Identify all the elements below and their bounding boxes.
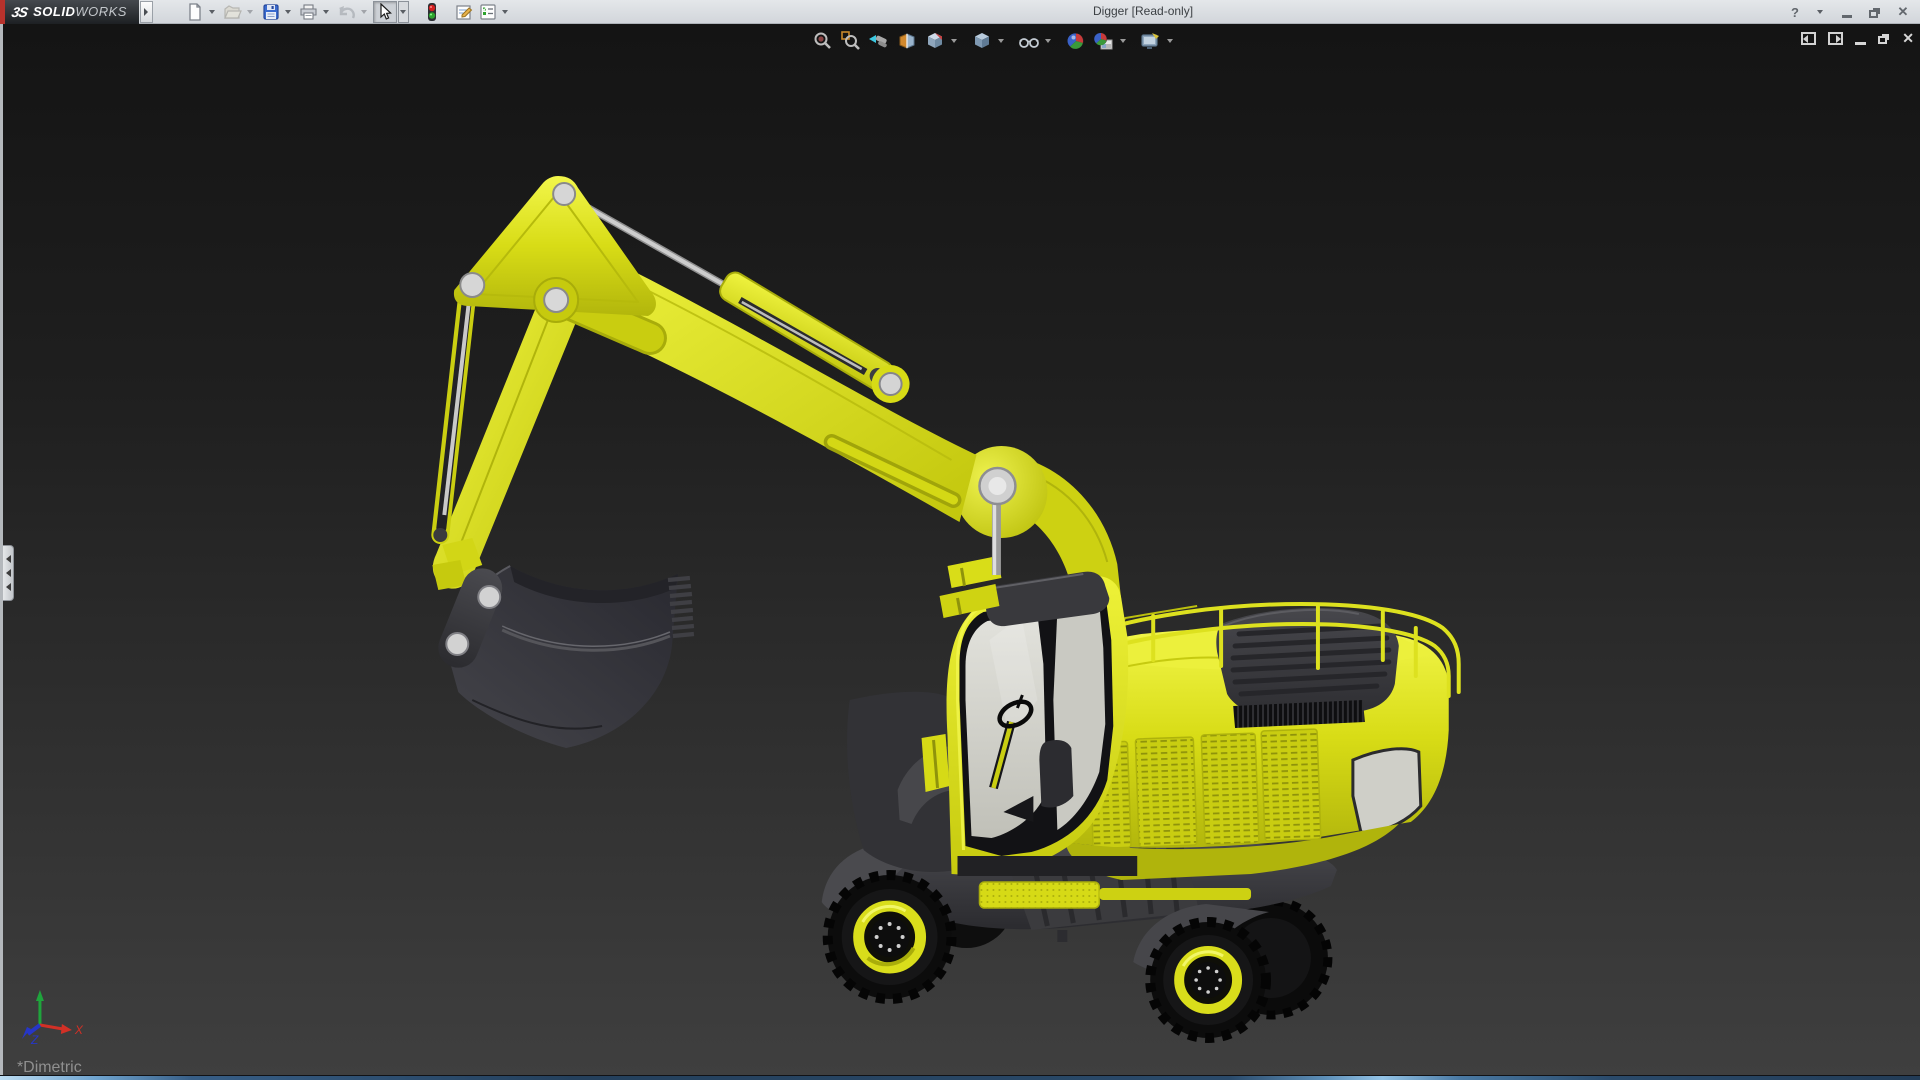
options-dropdown[interactable] [500,1,511,23]
traffic-light-icon [426,2,438,22]
apply-scene-button[interactable] [1090,29,1117,53]
save-button[interactable] [259,1,283,23]
previous-view-icon [868,31,889,51]
side-vents [1089,729,1320,849]
hide-show-items-button[interactable] [1015,29,1042,53]
solidworks-logo: 3S SOLID WORKS [0,0,139,24]
view-orientation-label: *Dimetric [17,1059,82,1075]
display-style-dropdown[interactable] [996,29,1006,53]
select-button[interactable] [373,1,397,23]
view-settings-icon [1140,31,1161,51]
front-right-wheel [1150,922,1266,1038]
graphics-viewport[interactable]: X Z *Dimetric [0,24,1920,1075]
select-dropdown[interactable] [398,1,409,23]
front-axle-area [847,692,955,872]
section-view-icon [897,31,917,51]
left-pane-icon [1803,35,1808,43]
hide-show-items-dropdown[interactable] [1043,29,1053,53]
file-properties-button[interactable] [452,1,476,23]
open-dropdown[interactable] [245,1,256,23]
restore-icon [1869,10,1878,18]
doc-restore-icon [1878,36,1887,44]
document-window-controls: ✕ [1801,30,1914,47]
axis-x-label: X [74,1023,84,1037]
menu-flyout-button[interactable] [140,1,153,23]
window-title: Digger [Read-only] [1093,4,1193,18]
doc-close-button[interactable]: ✕ [1902,30,1914,47]
appearance-sphere-icon [1066,31,1086,51]
section-view-button[interactable] [893,29,920,53]
headsup-toolbar [809,28,1175,54]
new-document-button[interactable] [183,1,207,23]
new-document-dropdown[interactable] [207,1,218,23]
print-button[interactable] [297,1,321,23]
window-controls: ? ✕ [1786,0,1912,24]
options-checklist-icon [478,3,498,21]
close-button[interactable]: ✕ [1894,3,1912,21]
view-settings-dropdown[interactable] [1165,29,1175,53]
flyout-arrow-icon [144,8,148,16]
zoom-to-area-button[interactable] [837,29,864,53]
apply-scene-icon [1093,31,1114,51]
view-orientation-icon [925,31,945,51]
collapse-arrow-icon [6,583,11,591]
display-style-icon [972,31,992,51]
rebuild-button[interactable] [420,1,444,23]
taskbar-edge [0,1075,1920,1080]
select-cursor-icon [377,3,393,21]
previous-view-button[interactable] [865,29,892,53]
axis-z-label: Z [30,1033,39,1047]
printer-icon [299,3,318,21]
minimize-icon [1842,15,1852,18]
undo-button[interactable] [335,1,359,23]
standard-toolbar [183,0,514,24]
print-dropdown[interactable] [321,1,332,23]
view-settings-button[interactable] [1137,29,1164,53]
doc-restore-button[interactable] [1878,33,1890,44]
reference-triad[interactable]: X Z [22,990,84,1047]
step-plate [979,882,1099,908]
doc-minimize-icon [1855,42,1866,45]
collapse-arrow-icon [6,569,11,577]
zoom-to-area-icon [841,31,861,51]
open-folder-icon [223,3,242,21]
open-button[interactable] [221,1,245,23]
restore-button[interactable] [1866,3,1884,21]
file-properties-icon [454,3,474,21]
undo-arrow-icon [337,3,356,21]
ds-logo-icon: 3S [10,4,29,20]
minimize-button[interactable] [1838,3,1856,21]
options-button[interactable] [476,1,500,23]
help-button[interactable]: ? [1786,3,1804,21]
apply-scene-dropdown[interactable] [1118,29,1128,53]
undo-dropdown[interactable] [359,1,370,23]
view-orientation-dropdown[interactable] [949,29,959,53]
help-dropdown[interactable] [1814,1,1825,23]
boom-knuckle [454,176,656,338]
collapse-arrow-icon [6,555,11,563]
brand-works: WORKS [75,4,127,19]
display-style-button[interactable] [968,29,995,53]
zoom-to-fit-button[interactable] [809,29,836,53]
right-pane-icon [1836,35,1841,43]
titlebar: 3S SOLID WORKS [0,0,1920,24]
front-left-wheel [828,875,952,999]
eyeglasses-icon [1018,31,1040,51]
show-left-pane-button[interactable] [1801,32,1816,45]
new-document-icon [186,3,204,21]
save-dropdown[interactable] [283,1,294,23]
edit-appearance-button[interactable] [1062,29,1089,53]
doc-minimize-button[interactable] [1855,33,1866,45]
feature-pane-splitter[interactable] [3,545,14,601]
save-floppy-icon [262,3,280,21]
brand-solid: SOLID [33,4,75,19]
logo-red-stripe [0,0,5,24]
zoom-to-fit-icon [813,31,833,51]
show-right-pane-button[interactable] [1828,32,1843,45]
seat [1039,740,1073,808]
view-orientation-button[interactable] [921,29,948,53]
digger-model[interactable]: X Z *Dimetric [3,24,1920,1075]
